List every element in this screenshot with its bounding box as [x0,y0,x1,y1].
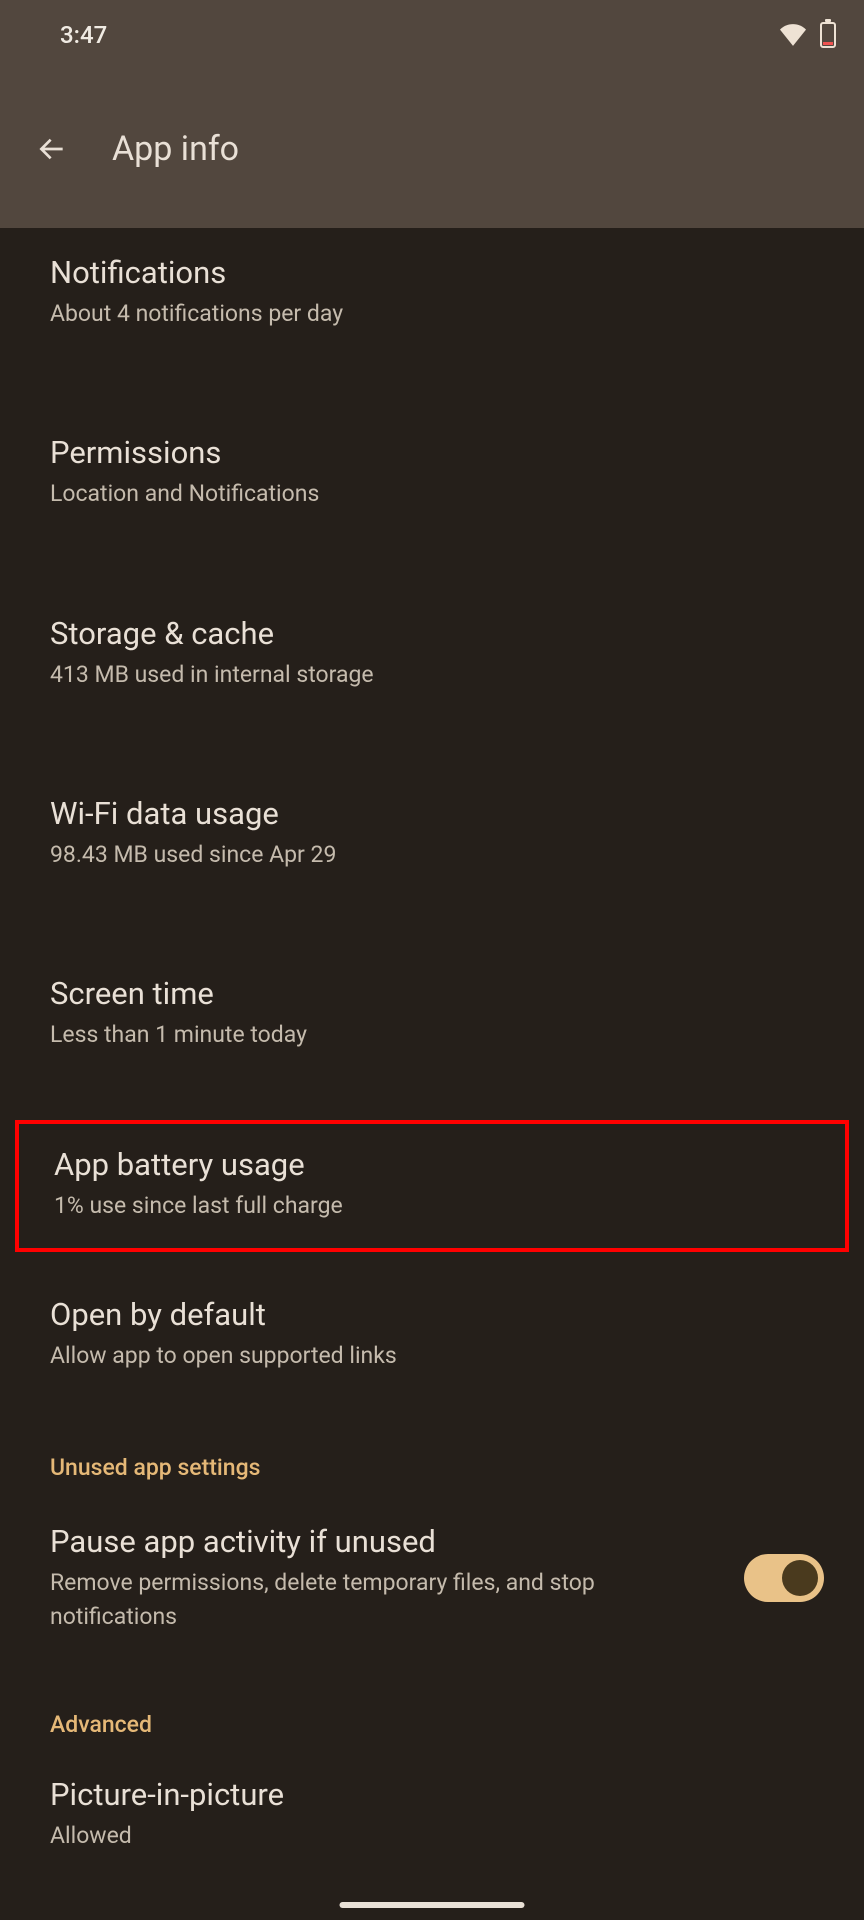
setting-title: Storage & cache [50,615,814,652]
setting-battery-usage[interactable]: App battery usage 1% use since last full… [15,1120,849,1252]
setting-open-default[interactable]: Open by default Allow app to open suppor… [0,1270,864,1402]
content-area: Notifications About 4 notifications per … [0,228,864,1882]
setting-subtitle: Allowed [50,1819,814,1852]
setting-title: Screen time [50,975,814,1012]
gesture-nav-bar[interactable] [340,1902,525,1908]
battery-icon [820,22,836,48]
setting-title: Picture-in-picture [50,1776,814,1813]
setting-title: Notifications [50,254,814,291]
pause-toggle[interactable] [744,1554,824,1602]
setting-storage[interactable]: Storage & cache 413 MB used in internal … [0,589,864,721]
setting-title: App battery usage [54,1146,810,1183]
section-unused-apps: Unused app settings [0,1432,864,1501]
app-header: App info [0,70,864,228]
setting-title: Pause app activity if unused [50,1523,724,1560]
status-bar: 3:47 [0,0,864,70]
setting-screen-time[interactable]: Screen time Less than 1 minute today [0,949,864,1081]
setting-subtitle: 1% use since last full charge [54,1189,810,1222]
setting-title: Wi-Fi data usage [50,795,814,832]
section-advanced: Advanced [0,1689,864,1758]
setting-subtitle: About 4 notifications per day [50,297,814,330]
page-title: App info [112,129,239,169]
status-icons [780,22,836,48]
setting-subtitle: 413 MB used in internal storage [50,658,814,691]
setting-title: Open by default [50,1296,814,1333]
setting-subtitle: Less than 1 minute today [50,1018,814,1051]
setting-title: Permissions [50,434,814,471]
setting-notifications[interactable]: Notifications About 4 notifications per … [0,228,864,360]
toggle-thumb [782,1560,818,1596]
setting-subtitle: Location and Notifications [50,477,814,510]
setting-subtitle: 98.43 MB used since Apr 29 [50,838,814,871]
setting-wifi-data[interactable]: Wi-Fi data usage 98.43 MB used since Apr… [0,769,864,901]
setting-subtitle: Remove permissions, delete temporary fil… [50,1566,724,1633]
setting-permissions[interactable]: Permissions Location and Notifications [0,408,864,540]
arrow-left-icon [36,133,68,165]
status-time: 3:47 [60,21,107,49]
setting-pause-activity[interactable]: Pause app activity if unused Remove perm… [0,1501,864,1663]
back-button[interactable] [28,125,76,173]
setting-subtitle: Allow app to open supported links [50,1339,814,1372]
setting-pip[interactable]: Picture-in-picture Allowed [0,1758,864,1882]
wifi-icon [780,24,806,46]
